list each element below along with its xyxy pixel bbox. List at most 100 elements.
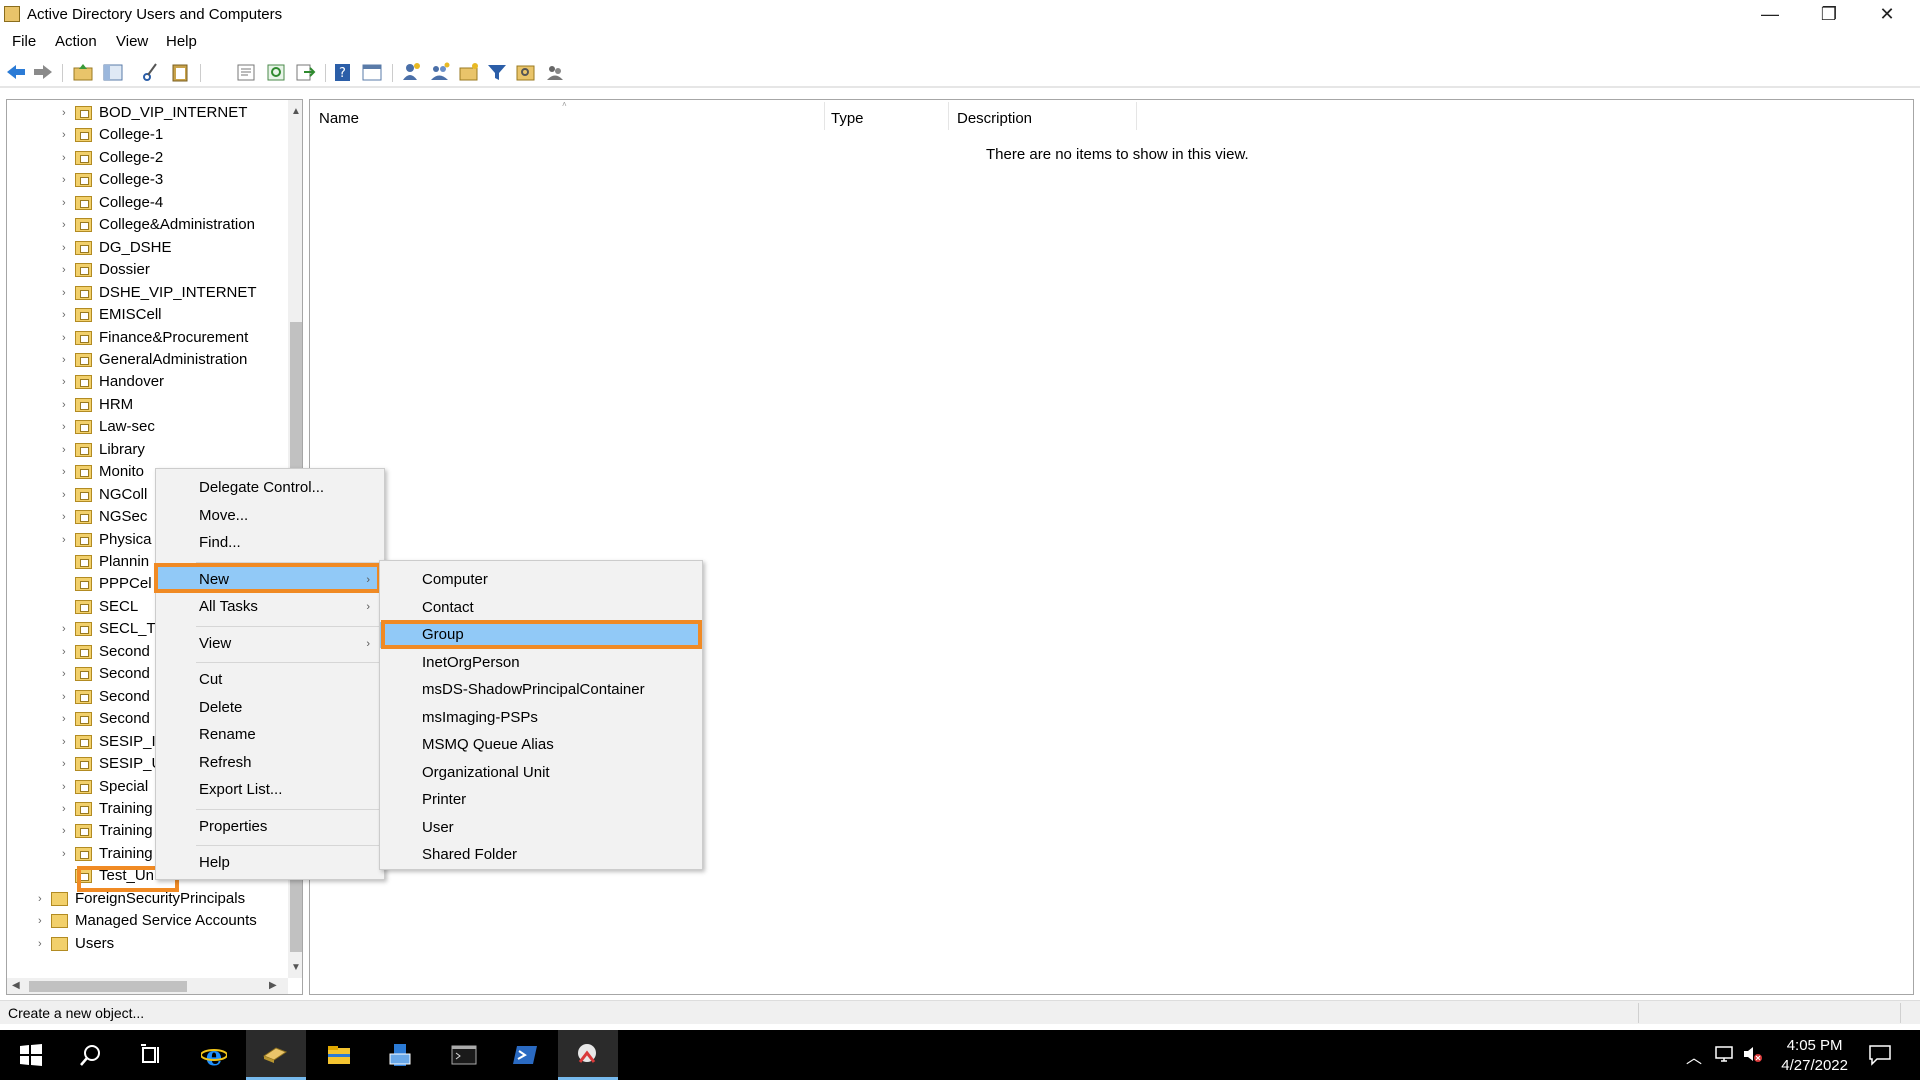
new-submenu-item-inetorgperson[interactable]: InetOrgPerson	[380, 650, 702, 676]
new-submenu-item-msmq-queue-alias[interactable]: MSMQ Queue Alias	[380, 732, 702, 758]
tree-item[interactable]: › Handover	[7, 371, 287, 393]
search-button[interactable]	[62, 1030, 118, 1080]
paste-icon[interactable]	[169, 62, 191, 82]
menu-file[interactable]: File	[12, 33, 36, 50]
tree-item[interactable]: › ForeignSecurityPrincipals	[7, 888, 287, 910]
clock[interactable]: 4:05 PM 4/27/2022	[1781, 1036, 1848, 1076]
expand-chevron-icon[interactable]: ›	[62, 327, 72, 349]
context-menu-item-delete[interactable]: Delete	[156, 695, 384, 721]
volume-muted-icon[interactable]	[1742, 1044, 1764, 1064]
restore-button[interactable]: ❐	[1800, 0, 1858, 30]
powershell-button[interactable]	[496, 1030, 556, 1080]
minimize-button[interactable]: —	[1741, 0, 1799, 30]
new-submenu-item-msds-shadowprincipalcontainer[interactable]: msDS-ShadowPrincipalContainer	[380, 677, 702, 703]
forward-icon[interactable]	[32, 62, 54, 82]
back-icon[interactable]	[5, 62, 27, 82]
expand-chevron-icon[interactable]: ›	[62, 753, 72, 775]
expand-chevron-icon[interactable]: ›	[62, 618, 72, 640]
close-button[interactable]: ✕	[1858, 0, 1916, 30]
cut-icon[interactable]	[140, 62, 162, 82]
scroll-left-icon[interactable]: ◀	[12, 980, 20, 991]
expand-chevron-icon[interactable]: ›	[62, 259, 72, 281]
show-hide-tree-icon[interactable]	[102, 62, 124, 82]
tree-item[interactable]: › EMISCell	[7, 304, 287, 326]
expand-chevron-icon[interactable]: ›	[62, 214, 72, 236]
tree-item[interactable]: › Users	[7, 933, 287, 955]
context-menu-item-find[interactable]: Find...	[156, 530, 384, 556]
create-user-icon[interactable]	[400, 62, 422, 82]
expand-chevron-icon[interactable]: ›	[62, 843, 72, 865]
expand-chevron-icon[interactable]: ›	[62, 641, 72, 663]
show-console-icon[interactable]	[361, 62, 383, 82]
tree-item[interactable]: › DG_DSHE	[7, 237, 287, 259]
new-submenu-item-user[interactable]: User	[380, 815, 702, 841]
expand-chevron-icon[interactable]: ›	[62, 708, 72, 730]
context-menu-item-refresh[interactable]: Refresh	[156, 750, 384, 776]
tree-item[interactable]: › Library	[7, 439, 287, 461]
expand-chevron-icon[interactable]: ›	[38, 910, 48, 932]
menu-action[interactable]: Action	[55, 33, 97, 50]
tree-horizontal-scroll-thumb[interactable]	[29, 981, 187, 992]
context-menu-item-all-tasks[interactable]: All Tasks ›	[156, 594, 384, 620]
context-menu-item-new[interactable]: New ›	[156, 566, 384, 593]
tree-item[interactable]: › Finance&Procurement	[7, 327, 287, 349]
context-menu-item-cut[interactable]: Cut	[156, 667, 384, 693]
context-menu-item-view[interactable]: View ›	[156, 631, 384, 657]
expand-chevron-icon[interactable]: ›	[62, 820, 72, 842]
refresh-icon[interactable]	[265, 62, 287, 82]
tree-item[interactable]: › GeneralAdministration	[7, 349, 287, 371]
tree-item[interactable]: › College&Administration	[7, 214, 287, 236]
expand-chevron-icon[interactable]: ›	[62, 237, 72, 259]
expand-chevron-icon[interactable]: ›	[62, 371, 72, 393]
context-menu-item-rename[interactable]: Rename	[156, 722, 384, 748]
expand-chevron-icon[interactable]: ›	[62, 169, 72, 191]
expand-chevron-icon[interactable]: ›	[62, 663, 72, 685]
tree-item[interactable]: › College-1	[7, 124, 287, 146]
new-submenu-item-contact[interactable]: Contact	[380, 595, 702, 621]
new-submenu-item-computer[interactable]: Computer	[380, 567, 702, 593]
new-submenu-item-msimaging-psps[interactable]: msImaging-PSPs	[380, 705, 702, 731]
expand-chevron-icon[interactable]: ›	[62, 461, 72, 483]
tree-item[interactable]: › Law-sec	[7, 416, 287, 438]
file-explorer-button[interactable]	[310, 1030, 370, 1080]
command-prompt-button[interactable]	[435, 1030, 495, 1080]
start-button[interactable]	[2, 1030, 58, 1080]
expand-chevron-icon[interactable]: ›	[62, 124, 72, 146]
expand-chevron-icon[interactable]: ›	[62, 798, 72, 820]
expand-chevron-icon[interactable]: ›	[62, 282, 72, 304]
show-hidden-icons-icon[interactable]: ︿	[1686, 1044, 1702, 1068]
tree-horizontal-scrollbar[interactable]: ◀ ▶	[7, 978, 288, 994]
tree-item[interactable]: › College-2	[7, 147, 287, 169]
context-menu-item-export-list[interactable]: Export List...	[156, 777, 384, 803]
task-view-button[interactable]	[122, 1030, 178, 1080]
add-to-group-icon[interactable]	[544, 62, 566, 82]
tree-item[interactable]: › College-4	[7, 192, 287, 214]
expand-chevron-icon[interactable]: ›	[62, 416, 72, 438]
column-separator[interactable]	[948, 102, 949, 130]
snipping-tool-button[interactable]	[558, 1030, 618, 1080]
tree-item[interactable]: › BOD_VIP_INTERNET	[7, 102, 287, 124]
up-folder-icon[interactable]	[72, 62, 94, 82]
server-manager-button[interactable]	[372, 1030, 432, 1080]
context-menu-item-properties[interactable]: Properties	[156, 814, 384, 840]
expand-chevron-icon[interactable]: ›	[62, 776, 72, 798]
context-menu-item-help[interactable]: Help	[156, 850, 384, 876]
column-header-type[interactable]: Type	[831, 110, 864, 127]
expand-chevron-icon[interactable]: ›	[62, 147, 72, 169]
properties-icon[interactable]	[235, 62, 257, 82]
expand-chevron-icon[interactable]: ›	[38, 933, 48, 955]
create-ou-icon[interactable]	[458, 62, 480, 82]
expand-chevron-icon[interactable]: ›	[62, 439, 72, 461]
new-submenu-item-group[interactable]: Group	[380, 622, 702, 648]
menu-help[interactable]: Help	[166, 33, 197, 50]
menu-view[interactable]: View	[116, 33, 148, 50]
column-header-description[interactable]: Description	[957, 110, 1032, 127]
tree-item[interactable]: › HRM	[7, 394, 287, 416]
new-submenu-item-organizational-unit[interactable]: Organizational Unit	[380, 760, 702, 786]
expand-chevron-icon[interactable]: ›	[62, 304, 72, 326]
expand-chevron-icon[interactable]: ›	[62, 686, 72, 708]
new-submenu-item-printer[interactable]: Printer	[380, 787, 702, 813]
new-submenu-item-shared-folder[interactable]: Shared Folder	[380, 842, 702, 868]
create-group-icon[interactable]	[429, 62, 451, 82]
find-icon[interactable]	[515, 62, 537, 82]
